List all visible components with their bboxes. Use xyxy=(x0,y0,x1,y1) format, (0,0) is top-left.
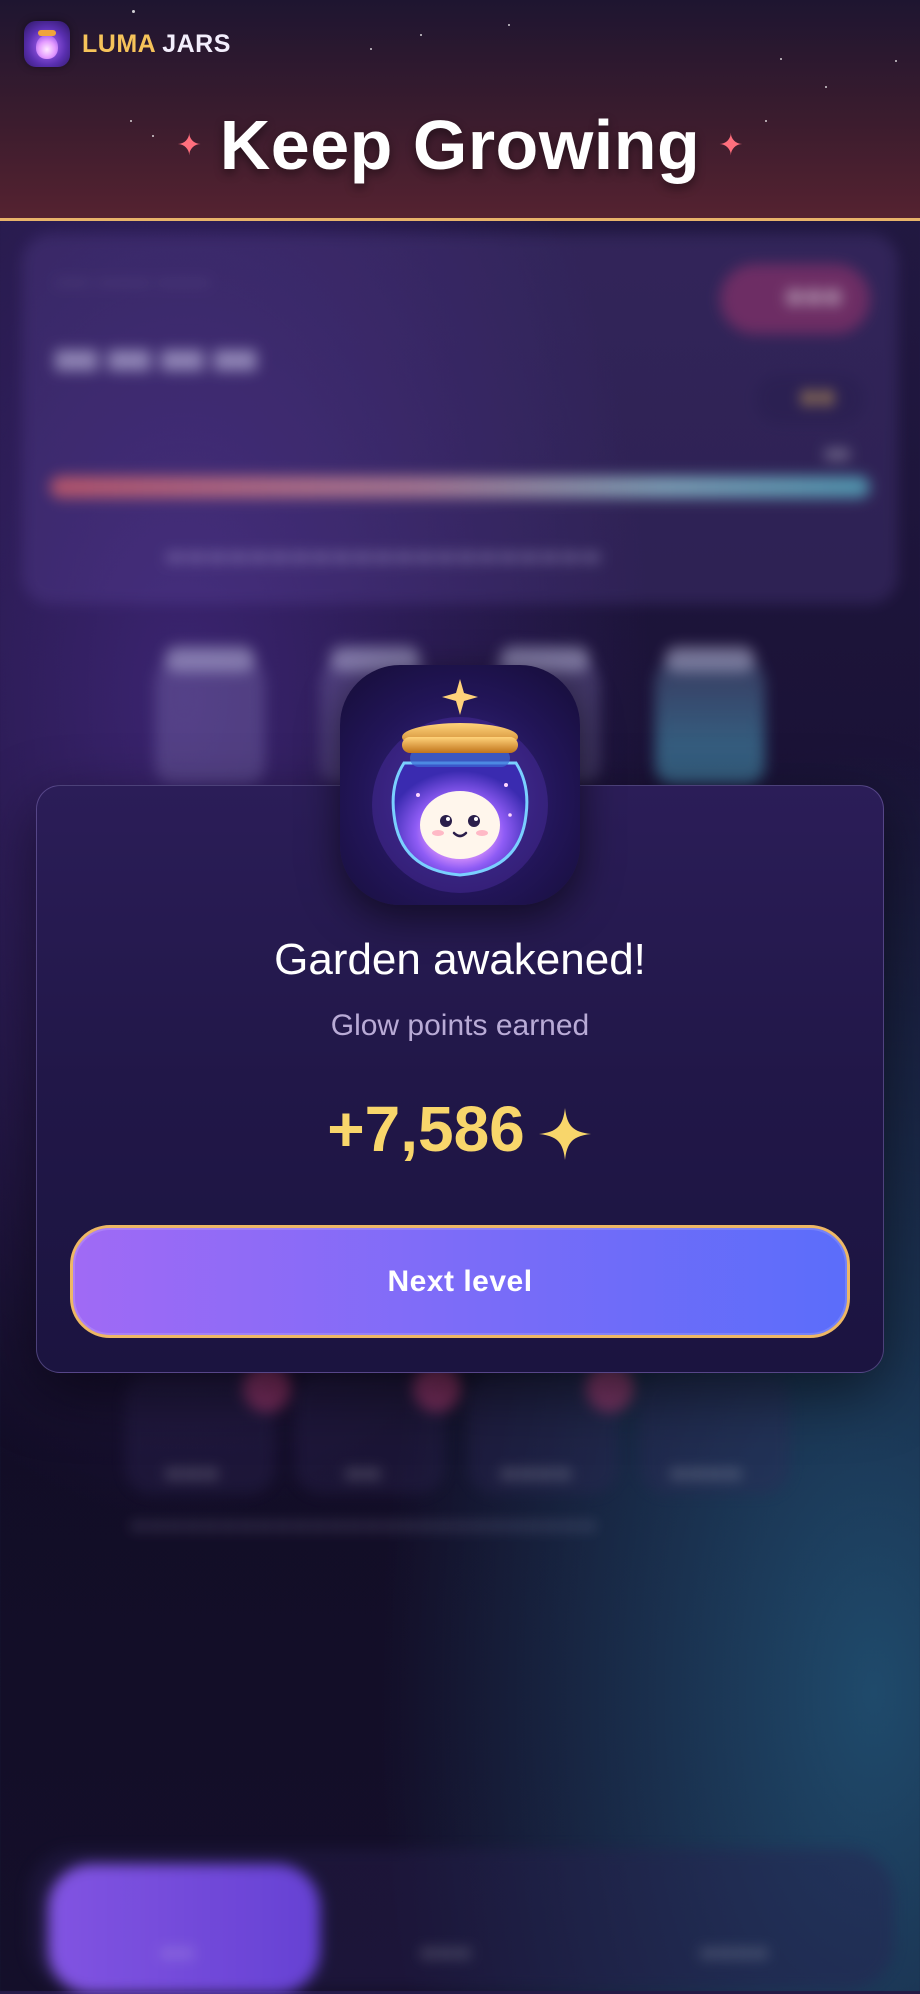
points-value: +7,586 xyxy=(327,1093,525,1165)
header-star xyxy=(132,10,135,13)
brand-name: LUMA JARS xyxy=(82,30,231,59)
bottom-nav-label: ▬▬ xyxy=(160,1942,195,1963)
brand-name-part1: LUMA xyxy=(82,29,157,58)
level-hint: ▬▬▬▬▬▬▬▬▬▬▬▬▬▬▬▬▬▬▬▬▬ xyxy=(165,544,602,569)
header-star xyxy=(370,48,372,50)
header-title-row: ✦ Keep Growing ✦ xyxy=(0,105,920,185)
action-label: ▬▬ xyxy=(345,1462,381,1484)
bottom-nav-label: ▬▬▬▬ xyxy=(700,1942,769,1963)
modal-subtitle: Glow points earned xyxy=(330,1009,590,1042)
header-star xyxy=(780,58,782,60)
header-star xyxy=(895,60,897,62)
jar-spirit-logo xyxy=(24,21,70,67)
action-label: ▬▬▬▬ xyxy=(500,1462,572,1484)
header-star xyxy=(508,24,510,26)
page-title: Keep Growing xyxy=(219,106,701,184)
jar xyxy=(655,646,765,784)
brand[interactable]: LUMA JARS xyxy=(24,18,231,70)
jar xyxy=(155,646,265,784)
glowing-jar-graphic xyxy=(372,679,548,893)
glowing-jar-icon xyxy=(340,665,580,905)
modal-title: Garden awakened! xyxy=(274,935,646,984)
sparkle-icon: ✦ xyxy=(718,127,744,163)
sparkle-icon: ✦ xyxy=(176,127,202,163)
bottom-nav-label: ▬▬▬ xyxy=(420,1942,472,1963)
header-star xyxy=(420,34,422,36)
four-point-star-icon xyxy=(538,1108,591,1161)
level-progress-bar xyxy=(50,476,870,498)
coin-balance-text: ●● xyxy=(800,384,835,408)
bottom-nav-active-tab xyxy=(48,1864,320,1994)
progress-percent: ●● xyxy=(825,446,850,462)
next-level-button-label: Next level xyxy=(387,1264,533,1298)
points-earned: +7,586 xyxy=(0,1092,920,1166)
level-card-subtitle: —— ——— ——— xyxy=(55,272,211,293)
next-level-button[interactable]: Next level xyxy=(70,1225,850,1338)
header-star xyxy=(825,86,827,88)
tip-text: ▬▬▬▬▬▬▬▬▬▬▬▬▬▬▬▬▬▬▬▬▬▬▬▬▬▬ xyxy=(130,1514,597,1536)
hint-pill-text: ●●● xyxy=(785,284,843,309)
action-label: ▬▬▬▬ xyxy=(670,1462,742,1484)
brand-name-part2: JARS xyxy=(162,29,231,58)
action-label: ▬▬▬ xyxy=(165,1462,219,1484)
top-header: LUMA JARS ✦ Keep Growing ✦ xyxy=(0,0,920,221)
level-heading: ▬▬▬▬ xyxy=(50,324,262,389)
